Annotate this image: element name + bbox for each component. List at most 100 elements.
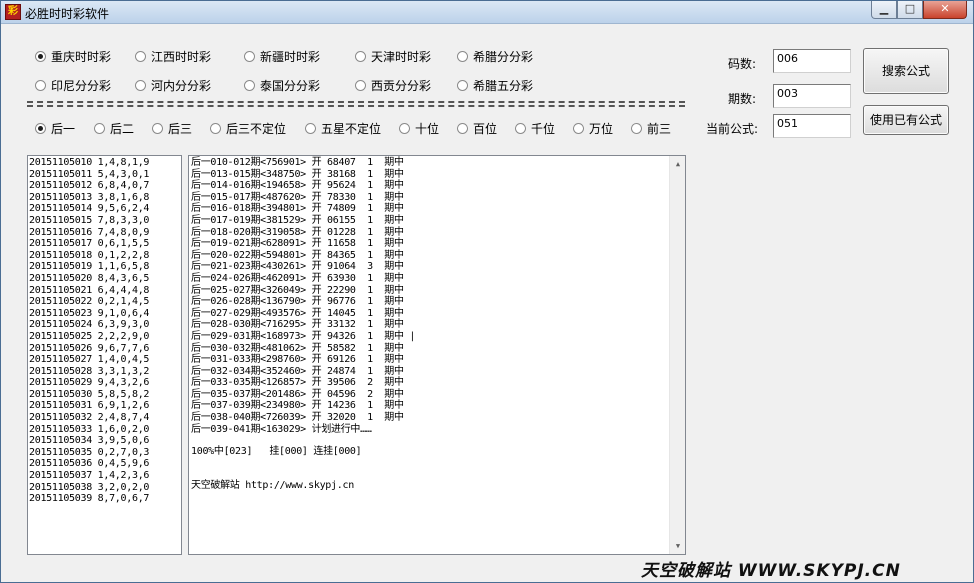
list-item: 20151105034 3,9,5,0,6 [29,435,150,447]
radio-position-5[interactable]: 十位 [399,120,439,136]
radio-label: 西贡分分彩 [371,78,432,93]
code-count-label: 码数: [728,57,757,71]
vertical-scrollbar[interactable]: ▲ ▼ [669,156,685,554]
result-line: 后一021-023期<430261> 开 91064 3 期中 [191,261,404,273]
radio-dot-icon [305,122,316,134]
list-item: 20151105014 9,5,6,2,4 [29,203,150,215]
radio-label: 千位 [531,121,556,136]
radio-dot-icon [355,79,366,91]
result-line: 后一016-018期<394801> 开 74809 1 期中 [191,203,404,215]
list-item: 20151105018 0,1,2,2,8 [29,249,150,261]
watermark: 天空破解站 WWW.SKYPJ.CN [641,561,901,581]
radio-lottery-0[interactable]: 重庆时时彩 [35,48,111,64]
result-line: 后一024-026期<462091> 开 63930 1 期中 [191,272,404,284]
app-icon: 彩 [5,4,21,20]
radio-lottery-1[interactable]: 江西时时彩 [135,48,211,64]
radio-dot-icon [35,122,46,134]
scroll-down-icon[interactable]: ▼ [670,538,685,554]
list-item: 20151105039 8,7,0,6,7 [29,493,150,505]
list-item: 20151105028 3,3,1,3,2 [29,365,150,377]
title-bar[interactable]: 彩 必胜时时彩软件 ▁ □ ✕ [1,1,973,24]
list-item: 20151105015 7,8,3,3,0 [29,214,150,226]
radio-dot-icon [135,50,146,62]
dashed-divider [27,101,685,107]
period-count-input[interactable]: 003 [773,84,851,108]
radio-dot-icon [152,122,163,134]
list-item: 20151105038 3,2,0,2,0 [29,481,150,493]
use-existing-formula-button[interactable]: 使用已有公式 [863,105,949,135]
list-item: 20151105037 1,4,2,3,6 [29,470,150,482]
list-item: 20151105019 1,1,6,5,8 [29,261,150,273]
close-button[interactable]: ✕ [923,1,967,19]
search-formula-button[interactable]: 搜索公式 [863,48,949,94]
list-item: 20151105026 9,6,7,7,6 [29,342,150,354]
radio-label: 印尼分分彩 [51,78,112,93]
radio-label: 百位 [473,121,498,136]
radio-label: 新疆时时彩 [260,49,321,64]
radio-position-8[interactable]: 万位 [573,120,613,136]
list-item: 20151105029 9,4,3,2,6 [29,377,150,389]
summary-line: 100%中[023] 挂[000] 连挂[000] [191,446,362,458]
radio-position-3[interactable]: 后三不定位 [210,120,286,136]
radio-lottery-2[interactable]: 新疆时时彩 [244,48,320,64]
code-count-input[interactable]: 006 [773,49,851,73]
result-line: 后一030-032期<481062> 开 58582 1 期中 [191,342,404,354]
radio-dot-icon [457,79,468,91]
current-formula-input[interactable]: 051 [773,114,851,138]
radio-position-4[interactable]: 五星不定位 [305,120,381,136]
radio-label: 天津时时彩 [371,49,432,64]
plan-results-textarea[interactable]: 后一010-012期<756901> 开 68407 1 期中 后一013-01… [188,155,686,555]
radio-position-7[interactable]: 千位 [515,120,555,136]
radio-position-2[interactable]: 后三 [152,120,192,136]
radio-lottery-6[interactable]: 河内分分彩 [135,77,211,93]
radio-dot-icon [35,79,46,91]
scroll-up-icon[interactable]: ▲ [670,156,685,172]
result-line: 后一038-040期<726039> 开 32020 1 期中 [191,412,404,424]
list-item: 20151105017 0,6,1,5,5 [29,238,150,250]
result-line: 后一020-022期<594801> 开 84365 1 期中 [191,249,404,261]
result-line: 后一026-028期<136790> 开 96776 1 期中 [191,296,404,308]
result-line: 后一013-015期<348750> 开 38168 1 期中 [191,168,404,180]
radio-position-9[interactable]: 前三 [631,120,671,136]
result-line: 后一015-017期<487620> 开 78330 1 期中 [191,191,404,203]
radio-dot-icon [244,50,255,62]
list-item: 20151105027 1,4,0,4,5 [29,354,150,366]
radio-label: 万位 [589,121,614,136]
list-item: 20151105024 6,3,9,3,0 [29,319,150,331]
list-item: 20151105033 1,6,0,2,0 [29,423,150,435]
radio-dot-icon [399,122,410,134]
radio-position-1[interactable]: 后二 [94,120,134,136]
result-line: 后一014-016期<194658> 开 95624 1 期中 [191,180,404,192]
radio-label: 后一 [51,121,76,136]
radio-label: 后二 [110,121,135,136]
radio-position-0[interactable]: 后一 [35,120,75,136]
radio-lottery-5[interactable]: 印尼分分彩 [35,77,111,93]
result-line: 后一029-031期<168973> 开 94326 1 期中 | [191,330,416,342]
radio-label: 重庆时时彩 [51,49,112,64]
draw-history-list[interactable]: 20151105010 1,4,8,1,9 20151105011 5,4,3,… [27,155,182,555]
radio-lottery-3[interactable]: 天津时时彩 [355,48,431,64]
radio-dot-icon [573,122,584,134]
radio-dot-icon [631,122,642,134]
result-line: 后一031-033期<298760> 开 69126 1 期中 [191,354,404,366]
list-item: 20151105035 0,2,7,0,3 [29,446,150,458]
radio-lottery-7[interactable]: 泰国分分彩 [244,77,320,93]
radio-dot-icon [457,122,468,134]
list-item: 20151105032 2,4,8,7,4 [29,412,150,424]
period-count-label: 期数: [728,92,757,106]
current-formula-label: 当前公式: [706,122,759,136]
minimize-button[interactable]: ▁ [871,1,897,19]
radio-label: 前三 [647,121,672,136]
radio-dot-icon [244,79,255,91]
radio-dot-icon [35,50,46,62]
radio-lottery-4[interactable]: 希腊分分彩 [457,48,533,64]
radio-position-6[interactable]: 百位 [457,120,497,136]
maximize-button[interactable]: □ [897,1,923,19]
radio-lottery-9[interactable]: 希腊五分彩 [457,77,533,93]
radio-lottery-8[interactable]: 西贡分分彩 [355,77,431,93]
result-line: 后一025-027期<326049> 开 22290 1 期中 [191,284,404,296]
list-item: 20151105025 2,2,2,9,0 [29,330,150,342]
list-item: 20151105010 1,4,8,1,9 [29,157,150,168]
